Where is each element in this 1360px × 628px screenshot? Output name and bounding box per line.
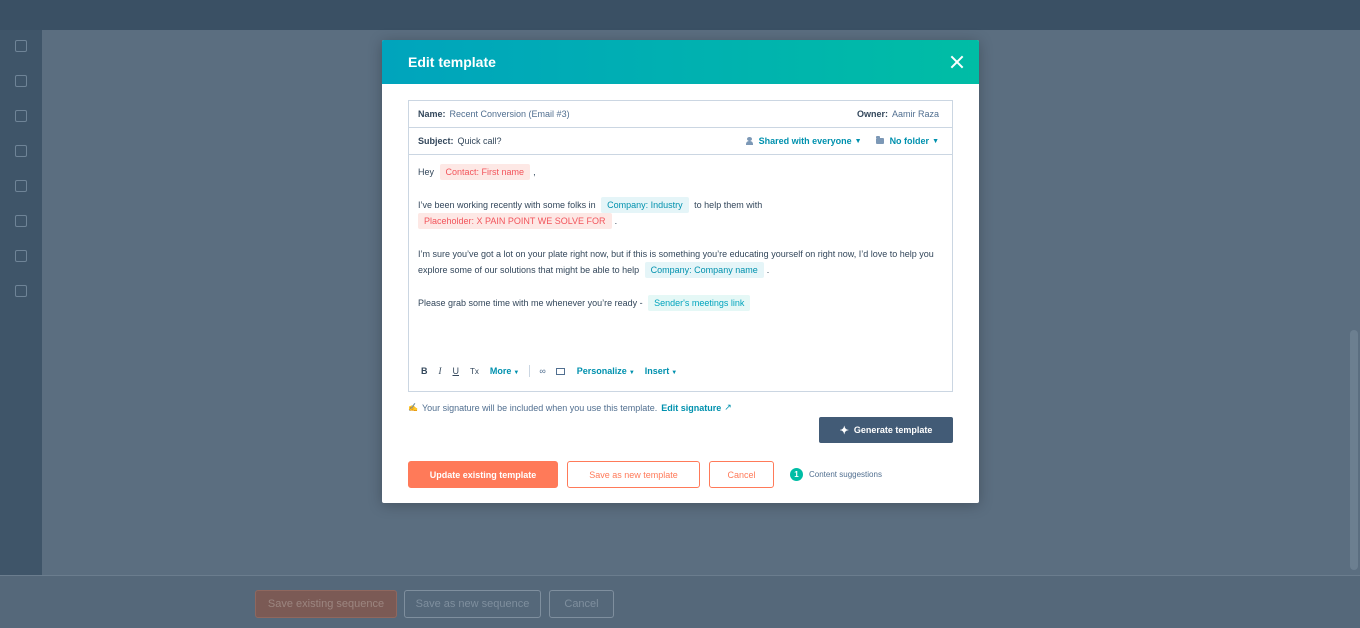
body-paragraph: Hey Contact: First name, [418, 164, 943, 180]
rich-text-toolbar: B I U Tx More ▼ ∞ Personalize ▼ Insert ▼ [409, 363, 687, 379]
body-text: Hey [418, 167, 435, 177]
modal-title: Edit template [408, 54, 496, 70]
folder-label: No folder [889, 136, 930, 146]
personalization-token[interactable]: Contact: First name [439, 164, 531, 180]
template-name-input[interactable]: Recent Conversion (Email #3) [450, 109, 570, 119]
body-paragraph: I’m sure you’ve got a lot on your plate … [418, 246, 943, 278]
caret-down-icon: ▼ [932, 137, 939, 145]
body-paragraph: Please grab some time with me whenever y… [418, 295, 943, 311]
edit-template-modal: Edit template Name: Recent Conversion (E… [382, 40, 979, 503]
nav-icon [15, 250, 27, 262]
caret-down-icon: ▼ [671, 370, 678, 376]
insert-dropdown[interactable]: Insert ▼ [645, 366, 677, 376]
body-text: Please grab some time with me whenever y… [418, 298, 643, 308]
signature-note: ✍ Your signature will be included when y… [408, 402, 732, 413]
update-existing-template-button[interactable]: Update existing template [408, 461, 558, 488]
italic-button[interactable]: I [439, 366, 442, 376]
nav-icon [15, 215, 27, 227]
owner-label: Owner: [856, 109, 888, 119]
sequence-footer: Save existing sequence Save as new seque… [0, 575, 1360, 628]
close-icon[interactable] [949, 54, 965, 70]
caret-down-icon: ▼ [628, 370, 635, 376]
template-name-row: Name: Recent Conversion (Email #3) Owner… [409, 101, 952, 128]
personalize-dropdown[interactable]: Personalize ▼ [577, 366, 635, 376]
body-text: to help them with [694, 200, 763, 210]
sequence-cancel-button: Cancel [549, 590, 614, 618]
more-dropdown[interactable]: More ▼ [490, 366, 519, 376]
personalization-token[interactable]: Company: Industry [601, 197, 689, 213]
signature-icon: ✍ [408, 403, 418, 412]
body-text: . [766, 265, 770, 275]
caret-down-icon: ▼ [854, 137, 862, 145]
owner-value: Aamir Raza [891, 109, 939, 119]
nav-icon [15, 75, 27, 87]
bold-button[interactable]: B [421, 366, 428, 376]
user-icon [745, 137, 753, 145]
nav-icon [15, 180, 27, 192]
subject-input[interactable]: Quick call? [458, 136, 502, 146]
template-editor: Name: Recent Conversion (Email #3) Owner… [408, 100, 953, 392]
external-link-icon: ↗ [724, 402, 732, 412]
email-body[interactable]: Hey Contact: First name, I’ve been worki… [409, 155, 952, 311]
template-subject-row: Subject: Quick call? Shared with everyon… [409, 128, 952, 155]
edit-signature-link[interactable]: Edit signature [661, 403, 721, 413]
link-icon[interactable]: ∞ [539, 366, 545, 376]
meetings-link-token[interactable]: Sender's meetings link [648, 295, 751, 311]
toolbar-divider [529, 365, 531, 377]
save-new-sequence-button: Save as new sequence [404, 590, 541, 618]
body-text: , [533, 167, 536, 177]
nav-icon [15, 145, 27, 157]
cancel-button[interactable]: Cancel [709, 461, 774, 488]
nav-icon [15, 110, 27, 122]
modal-header: Edit template [382, 40, 979, 84]
personalize-label: Personalize [576, 366, 627, 376]
personalization-token[interactable]: Company: Company name [644, 262, 764, 278]
modal-actions: Update existing template Save as new tem… [408, 461, 882, 488]
generate-template-label: Generate template [853, 425, 933, 435]
clear-format-button[interactable]: Tx [470, 367, 479, 376]
caret-down-icon: ▼ [513, 370, 520, 376]
placeholder-token[interactable]: Placeholder: X PAIN POINT WE SOLVE FOR [418, 213, 612, 229]
image-icon[interactable] [555, 367, 565, 375]
subject-label: Subject: [418, 136, 454, 146]
suggestions-count-badge: 1 [790, 468, 803, 481]
suggestions-label: Content suggestions [809, 470, 882, 479]
body-paragraph: I’ve been working recently with some fol… [418, 197, 943, 229]
save-as-new-template-button[interactable]: Save as new template [567, 461, 700, 488]
body-text: . [614, 216, 618, 226]
generate-template-button[interactable]: ✦ Generate template [819, 417, 953, 443]
sharing-dropdown[interactable]: Shared with everyone ▼ [745, 136, 862, 146]
sharing-label: Shared with everyone [758, 136, 852, 146]
underline-button[interactable]: U [453, 366, 460, 376]
insert-label: Insert [644, 366, 670, 376]
more-label: More [489, 366, 512, 376]
app-left-nav [0, 30, 42, 575]
content-suggestions[interactable]: 1 Content suggestions [790, 468, 882, 481]
name-label: Name: [418, 109, 446, 119]
nav-icon [15, 40, 27, 52]
nav-icon [15, 285, 27, 297]
body-text: I’ve been working recently with some fol… [418, 200, 596, 210]
app-scrollbar [1350, 330, 1358, 570]
folder-dropdown[interactable]: No folder ▼ [875, 136, 939, 146]
sparkle-icon: ✦ [839, 424, 849, 437]
save-existing-sequence-button: Save existing sequence [255, 590, 397, 618]
app-topbar [0, 0, 1360, 30]
signature-text: Your signature will be included when you… [421, 402, 658, 413]
folder-icon [875, 136, 884, 144]
